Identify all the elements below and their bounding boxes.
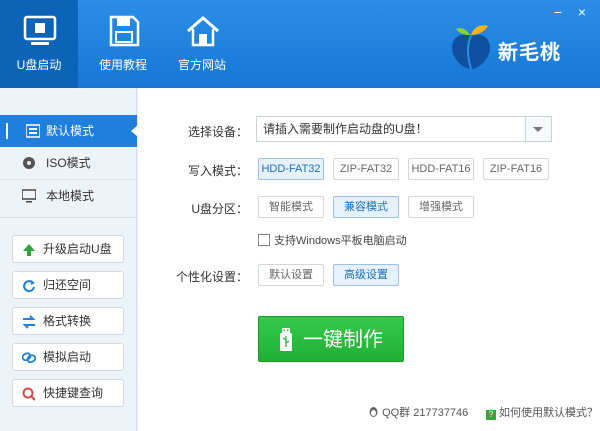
hotkey-query-label: 快捷键查询: [43, 386, 104, 400]
nav-tutorial[interactable]: 使用教程: [84, 0, 162, 88]
nav-website-label: 官方网站: [177, 58, 226, 72]
chevron-down-icon: [533, 127, 543, 132]
arrow-up-icon: [23, 244, 35, 256]
tablet-boot-checkbox[interactable]: [258, 234, 270, 246]
personal-default[interactable]: 默认设置: [258, 264, 324, 286]
partition-compatible[interactable]: 兼容模式: [333, 196, 399, 218]
upgrade-usb-label: 升级启动U盘: [43, 242, 112, 256]
format-convert-button[interactable]: 格式转换: [12, 307, 124, 335]
main-panel: 选择设备： 请插入需要制作启动盘的U盘！ 写入模式： HDD-FAT32 ZIP…: [138, 88, 600, 431]
refresh-icon: [23, 280, 35, 293]
convert-arrows-icon: [22, 315, 36, 329]
make-bootable-label: 一键制作: [303, 327, 383, 351]
tablet-boot-label: 支持Windows平板电脑启动: [274, 235, 407, 247]
device-dropdown-button[interactable]: [525, 117, 551, 141]
monitor-usb-icon: [23, 15, 57, 45]
mode-iso-label: ISO模式: [46, 156, 91, 170]
usb-drive-icon: [280, 328, 292, 351]
brand-name: 新毛桃: [498, 40, 561, 64]
device-select-value: 请插入需要制作启动盘的U盘！: [263, 122, 428, 136]
help-link-text: 如何使用默认模式？: [499, 407, 598, 419]
peach-logo-icon: [451, 25, 491, 70]
personal-advanced[interactable]: 高级设置: [333, 264, 399, 286]
partition-label: U盘分区：: [191, 202, 248, 216]
qq-group: QQ群 217737746: [368, 404, 468, 420]
write-mode-zip-fat16[interactable]: ZIP-FAT16: [483, 158, 549, 180]
home-icon: [187, 16, 219, 47]
mode-default-label: 默认模式: [46, 124, 95, 138]
divider: [0, 217, 137, 218]
restore-space-label: 归还空间: [43, 278, 92, 292]
write-mode-label: 写入模式：: [187, 164, 248, 178]
mode-default[interactable]: 默认模式: [0, 115, 138, 147]
hotkey-query-button[interactable]: 快捷键查询: [12, 379, 124, 407]
format-convert-label: 格式转换: [43, 314, 92, 328]
restore-space-button[interactable]: 归还空间: [12, 271, 124, 299]
upgrade-usb-button[interactable]: 升级启动U盘: [12, 235, 124, 263]
disc-icon: [23, 157, 35, 169]
help-link[interactable]: ? 如何使用默认模式？: [486, 404, 598, 420]
question-icon: ?: [486, 410, 496, 420]
brand-logo: 新毛桃: [446, 16, 586, 76]
write-mode-zip-fat32[interactable]: ZIP-FAT32: [333, 158, 399, 180]
qq-penguin-icon: [369, 407, 378, 417]
partition-enhanced[interactable]: 增强模式: [408, 196, 474, 218]
search-icon: [22, 387, 36, 401]
floppy-disk-icon: [109, 15, 140, 47]
link-icon: [22, 352, 36, 364]
mode-local[interactable]: 本地模式: [0, 180, 137, 212]
nav-tutorial-label: 使用教程: [98, 58, 147, 72]
device-label: 选择设备：: [187, 125, 248, 139]
monitor-icon: [22, 189, 36, 203]
write-mode-hdd-fat16[interactable]: HDD-FAT16: [408, 158, 474, 180]
device-select[interactable]: 请插入需要制作启动盘的U盘！: [256, 116, 552, 142]
write-mode-hdd-fat32[interactable]: HDD-FAT32: [258, 158, 324, 180]
mode-iso[interactable]: ISO模式: [0, 147, 137, 179]
personal-label: 个性化设置：: [175, 270, 248, 284]
nav-usb-boot-label: U盘启动: [16, 58, 62, 72]
make-bootable-button[interactable]: 一键制作: [258, 316, 404, 362]
nav-website[interactable]: 官方网站: [163, 0, 241, 88]
mode-local-label: 本地模式: [46, 189, 95, 203]
partition-smart[interactable]: 智能模式: [258, 196, 324, 218]
simulate-boot-label: 模拟启动: [43, 350, 92, 364]
qq-group-text: QQ群 217737746: [382, 407, 469, 419]
nav-usb-boot[interactable]: U盘启动: [0, 0, 78, 88]
simulate-boot-button[interactable]: 模拟启动: [12, 343, 124, 371]
top-toolbar: U盘启动 使用教程 官方网站 − × 新毛桃: [0, 0, 600, 88]
list-mode-icon: [26, 124, 40, 138]
sidebar: 默认模式 ISO模式 本地模式 升级启动U盘 归还空间 格式转换 模拟启动 快捷…: [0, 88, 138, 431]
